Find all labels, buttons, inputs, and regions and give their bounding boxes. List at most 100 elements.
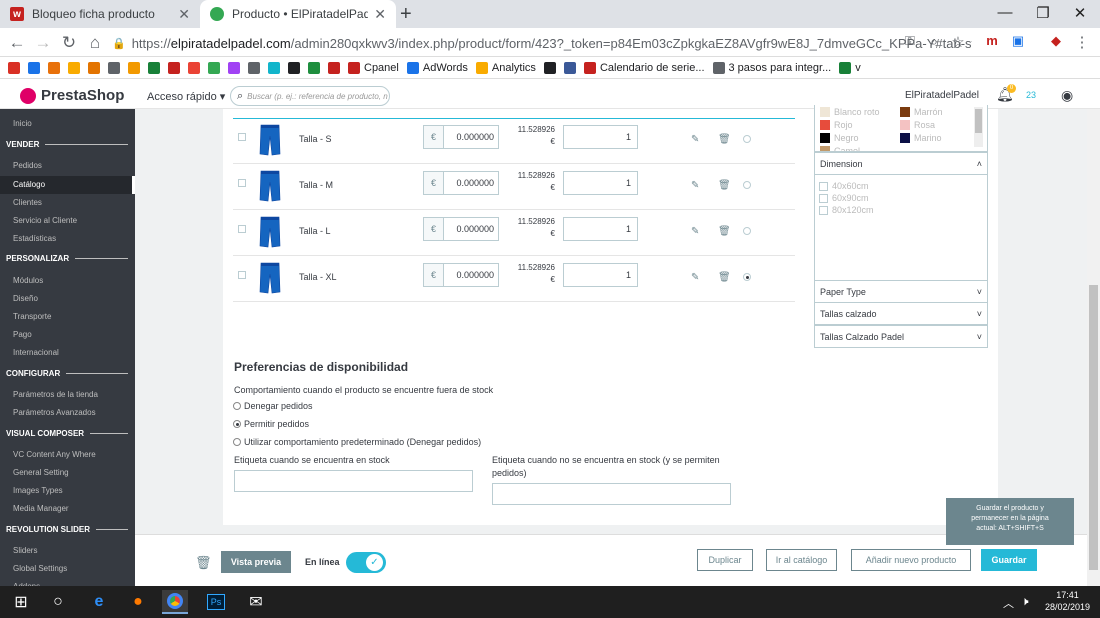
save-button[interactable]: Guardar xyxy=(981,549,1037,571)
color-option[interactable]: Negro xyxy=(820,133,859,143)
row-checkbox[interactable] xyxy=(238,179,246,187)
sidebar-item[interactable]: Images Types xyxy=(13,486,63,495)
sidebar-item[interactable]: Parámetros Avanzados xyxy=(13,408,96,417)
sidebar-item[interactable]: General Setting xyxy=(13,468,69,477)
color-option[interactable]: Blanco roto xyxy=(820,107,880,117)
price-impact-input[interactable]: €0.000000 xyxy=(423,125,499,149)
minimize-icon[interactable]: — xyxy=(985,4,1025,21)
photoshop-icon[interactable]: Ps xyxy=(203,590,229,614)
trash-icon[interactable]: 🗑︎ xyxy=(718,134,731,145)
bookmark-item[interactable] xyxy=(328,61,340,74)
bookmark-item[interactable]: Analytics xyxy=(475,61,536,74)
bookmark-item[interactable] xyxy=(208,61,220,74)
star-icon[interactable]: ☆ xyxy=(946,33,970,51)
sidebar-item[interactable]: Pago xyxy=(13,330,32,339)
bookmark-item[interactable] xyxy=(268,61,280,74)
forward-arrow-icon[interactable]: → xyxy=(31,33,55,53)
bookmark-item[interactable]: Cpanel xyxy=(348,61,399,74)
scrollbar-thumb[interactable] xyxy=(975,109,982,133)
sidebar-item[interactable]: Sliders xyxy=(13,546,37,555)
bookmark-item[interactable] xyxy=(28,61,40,74)
color-option[interactable]: Marrón xyxy=(900,107,943,117)
attribute-group-header[interactable]: Paper Type ˅ xyxy=(815,281,987,303)
sidebar-item[interactable]: Estadísticas xyxy=(13,234,56,243)
sidebar-item[interactable]: Media Manager xyxy=(13,504,69,513)
user-account-icon[interactable]: ◉ xyxy=(1061,87,1073,104)
dimension-checkbox[interactable] xyxy=(819,193,828,203)
bookmark-item[interactable] xyxy=(148,61,160,74)
default-combination-radio[interactable] xyxy=(743,273,751,281)
price-impact-input[interactable]: €0.000000 xyxy=(423,171,499,195)
reload-icon[interactable]: ↻ xyxy=(57,33,81,53)
trash-icon[interactable]: 🗑︎ xyxy=(718,226,731,237)
mail-icon[interactable]: ✉ xyxy=(243,590,269,614)
bookmark-item[interactable]: AdWords xyxy=(406,61,468,74)
go-to-catalog-button[interactable]: Ir al catálogo xyxy=(766,549,837,571)
dimension-option[interactable]: 80x120cm xyxy=(819,205,983,215)
back-arrow-icon[interactable]: ← xyxy=(5,33,29,53)
sidebar-item[interactable]: Módulos xyxy=(13,276,43,285)
dimension-option[interactable]: 60x90cm xyxy=(819,193,983,203)
bookmark-item[interactable] xyxy=(68,61,80,74)
price-impact-input[interactable]: €0.000000 xyxy=(423,263,499,287)
sidebar-item[interactable]: Pedidos xyxy=(13,161,42,170)
quantity-input[interactable]: 1 xyxy=(563,217,638,241)
default-combination-radio[interactable] xyxy=(743,181,751,189)
pencil-icon[interactable]: ✎ xyxy=(691,134,699,145)
attribute-group-accordion[interactable]: Tallas calzado ˅ xyxy=(814,302,988,325)
tab-producto[interactable]: Producto • ElPiratadelPadel ✕ xyxy=(200,0,396,28)
dimension-header[interactable]: Dimension ˄ xyxy=(815,153,987,175)
tab-bloqueo-ficha[interactable]: w Bloqueo ficha producto ✕ xyxy=(0,0,200,28)
trash-icon[interactable]: 🗑︎ xyxy=(718,180,731,191)
color-option[interactable]: Marino xyxy=(900,133,942,143)
dimension-checkbox[interactable] xyxy=(819,205,828,215)
quantity-input[interactable]: 1 xyxy=(563,171,638,195)
attribute-group-accordion[interactable]: Tallas Calzado Padel ˅ xyxy=(814,325,988,348)
zoom-icon[interactable]: ⌕ xyxy=(922,33,946,50)
bookmark-item[interactable]: Calendario de serie... xyxy=(583,61,705,74)
price-impact-input[interactable]: €0.000000 xyxy=(423,217,499,241)
new-tab-plus-icon[interactable]: + xyxy=(400,3,412,26)
row-checkbox[interactable] xyxy=(238,225,246,233)
tray-chevron-icon[interactable]: ︿ xyxy=(1003,595,1014,611)
pencil-icon[interactable]: ✎ xyxy=(691,272,699,283)
color-option[interactable]: Rosa xyxy=(900,120,935,130)
row-checkbox[interactable] xyxy=(238,133,246,141)
bookmark-item[interactable] xyxy=(228,61,240,74)
bookmark-item[interactable] xyxy=(543,61,556,74)
sidebar-item[interactable]: Catálogo xyxy=(13,180,45,189)
search-input[interactable]: ⌕ Buscar (p. ej.: referencia de producto… xyxy=(230,86,390,106)
page-scrollbar-thumb[interactable] xyxy=(1089,285,1098,570)
bookmark-item[interactable] xyxy=(128,61,140,74)
quantity-input[interactable]: 1 xyxy=(563,125,638,149)
oos-behaviour-radio[interactable] xyxy=(233,438,241,446)
color-option[interactable]: Rojo xyxy=(820,120,853,130)
bookmark-item[interactable]: 3 pasos para integr... xyxy=(712,61,831,74)
default-combination-radio[interactable] xyxy=(743,135,751,143)
extension-m-icon[interactable]: m xyxy=(980,33,1004,48)
bookmark-item[interactable] xyxy=(168,61,180,74)
taskbar-clock[interactable]: 17:41 28/02/2019 xyxy=(1040,589,1095,613)
add-new-product-button[interactable]: Añadir nuevo producto xyxy=(851,549,971,571)
quantity-input[interactable]: 1 xyxy=(563,263,638,287)
sidebar-item[interactable]: Servicio al Cliente xyxy=(13,216,77,225)
extension-s-icon[interactable]: ▣ xyxy=(1006,33,1030,49)
bookmark-item[interactable] xyxy=(188,61,200,74)
bookmark-item[interactable] xyxy=(88,61,100,74)
dimension-option[interactable]: 40x60cm xyxy=(819,181,983,191)
shop-name-link[interactable]: ElPiratadelPadel xyxy=(905,90,979,101)
url-bar[interactable]: 🔒 https://elpiratadelpadel.com/admin280q… xyxy=(112,31,972,55)
close-icon[interactable]: ✕ xyxy=(178,6,190,23)
sidebar-item[interactable]: Parámetros de la tienda xyxy=(13,390,98,399)
trash-icon[interactable]: 🗑︎ xyxy=(718,272,731,283)
menu-kebab-icon[interactable]: ⋮ xyxy=(1070,33,1094,51)
duplicate-button[interactable]: Duplicar xyxy=(697,549,753,571)
firefox-icon[interactable]: ● xyxy=(125,590,151,614)
bookmark-item[interactable]: v xyxy=(839,61,861,74)
bookmark-item[interactable] xyxy=(563,61,576,74)
pencil-icon[interactable]: ✎ xyxy=(691,180,699,191)
close-icon[interactable]: ✕ xyxy=(374,6,386,23)
sidebar-item[interactable]: Diseño xyxy=(13,294,38,303)
default-combination-radio[interactable] xyxy=(743,227,751,235)
bookmark-item[interactable] xyxy=(288,61,300,74)
